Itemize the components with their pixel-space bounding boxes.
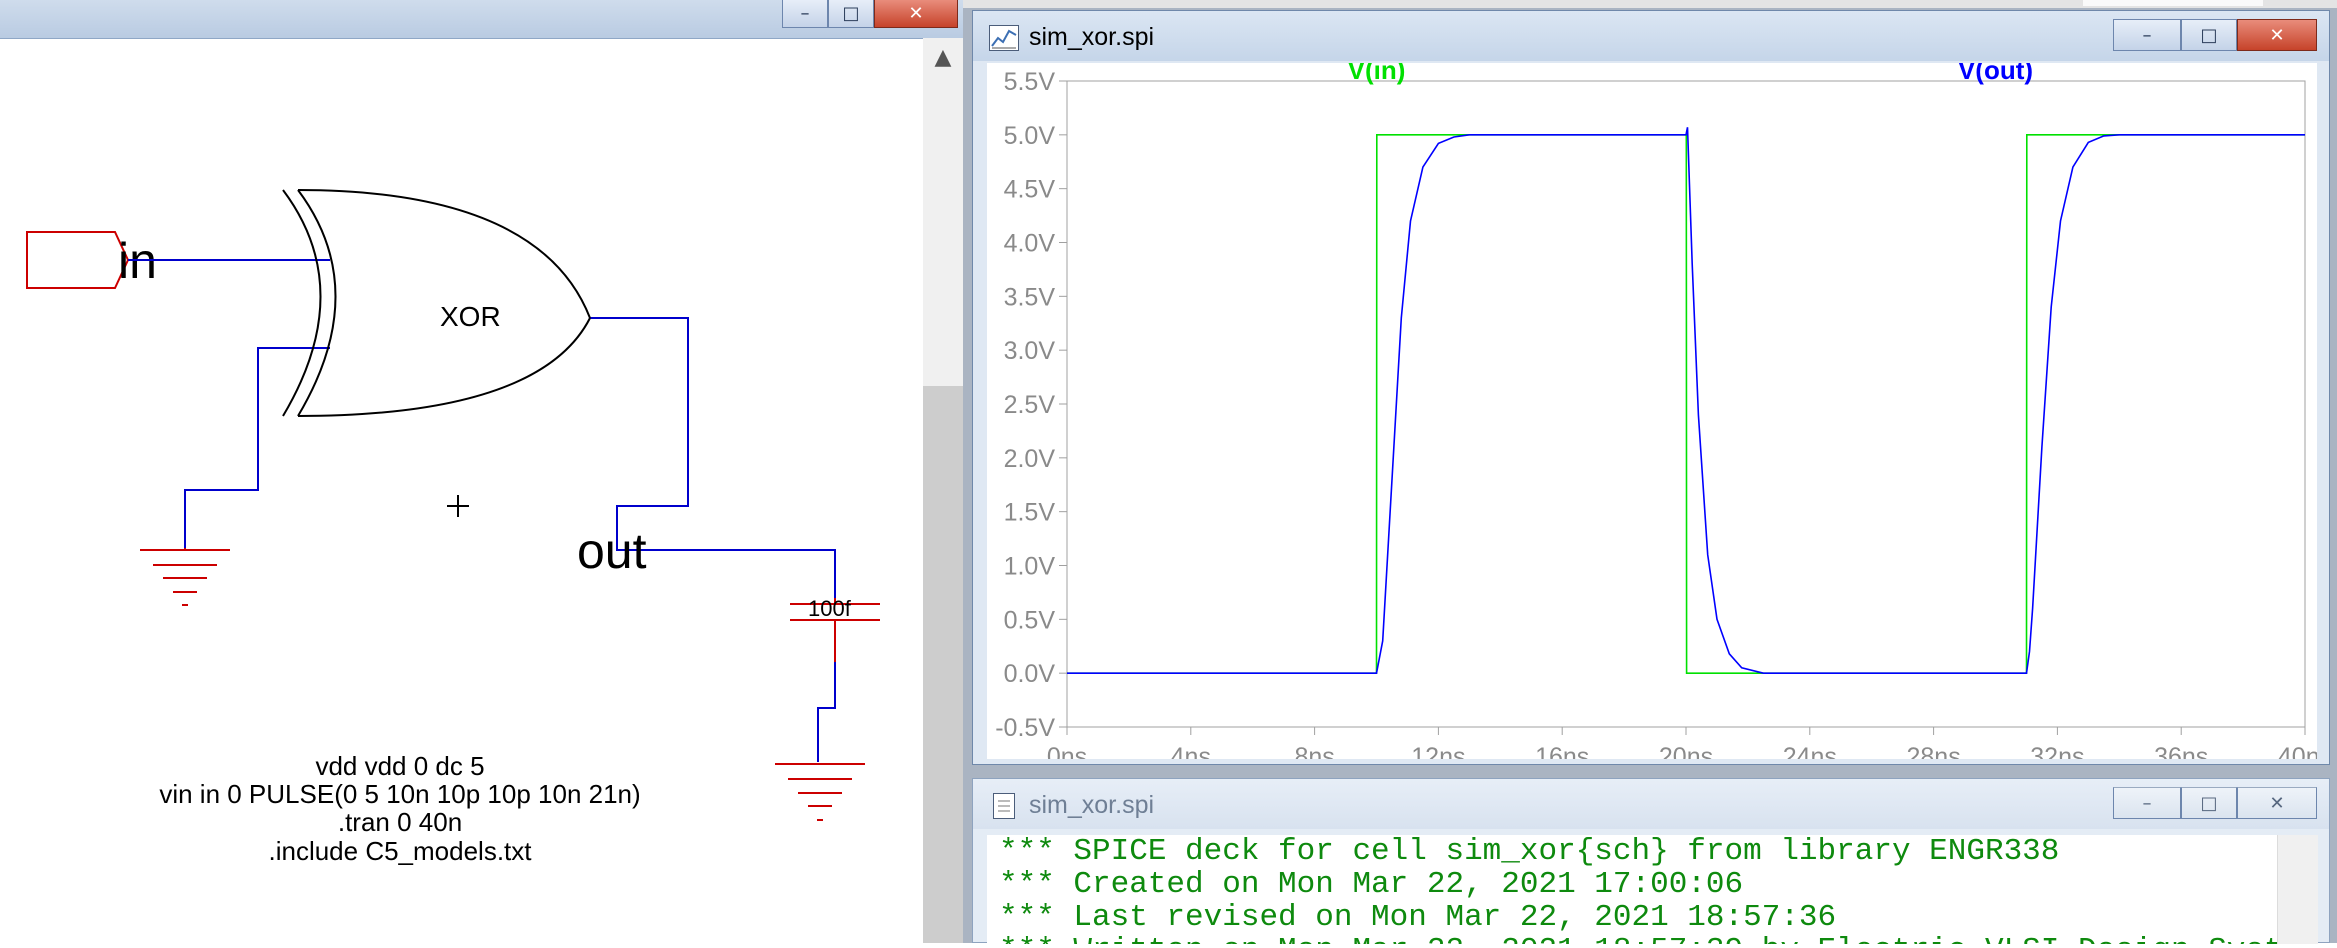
spice-line: vdd vdd 0 dc 5	[315, 751, 484, 781]
schematic-drawing: in XOR out 100f vdd vdd 0 dc 5 vin in 0 …	[26, 189, 880, 866]
series-line-vin[interactable]	[1067, 134, 2305, 675]
netlist-line: *** Created on Mon Mar 22, 2021 17:00:06	[999, 867, 1744, 902]
netlist-window-title: sim_xor.spi	[1029, 791, 1155, 819]
netlist-window: sim_xor.spi – □ ✕ *** SPICE deck for cel…	[972, 778, 2330, 944]
schematic-window: – □ ✕ in XOR out 100f vdd vdd 0 dc 5 vin…	[0, 0, 963, 943]
scroll-up-icon[interactable]: ▲	[923, 42, 963, 72]
minimize-icon: –	[2142, 24, 2152, 46]
waveform-close-button[interactable]: ✕	[2237, 19, 2317, 51]
spice-line: .include C5_models.txt	[268, 836, 532, 866]
schematic-vertical-scrollbar[interactable]: ▲	[923, 38, 963, 943]
spice-line: vin in 0 PULSE(0 5 10n 10p 10p 10n 21n)	[159, 779, 640, 809]
top-tab[interactable]	[2083, 0, 2263, 6]
close-icon: ✕	[908, 3, 924, 24]
close-icon: ✕	[2269, 792, 2285, 814]
y-tick-label: 5.5V	[1004, 68, 1056, 96]
schematic-maximize-button[interactable]: □	[828, 0, 874, 28]
spice-line: .tran 0 40n	[338, 807, 462, 837]
top-tab-strip	[963, 0, 2337, 8]
schematic-canvas[interactable]: in XOR out 100f vdd vdd 0 dc 5 vin in 0 …	[0, 38, 923, 943]
schematic-minimize-button[interactable]: –	[782, 0, 828, 28]
x-tick-label: 24ns	[1783, 743, 1837, 759]
scrollbar-thumb[interactable]	[923, 386, 963, 943]
waveform-maximize-button[interactable]: □	[2181, 19, 2237, 51]
maximize-icon: □	[2200, 792, 2218, 814]
legend-entry[interactable]: V(out)	[1958, 63, 2033, 85]
x-tick-label: 28ns	[1906, 743, 1960, 759]
minimize-icon: –	[800, 3, 810, 24]
waveform-plot-area[interactable]: -0.5V 0.0V 0.5V 1.0V 1.5V 2.0V 2.5V 3.0V 3.5V 4.0…	[987, 63, 2317, 759]
y-tick-label: -0.5V	[995, 714, 1055, 742]
x-tick-label: 40ns	[2278, 743, 2317, 759]
waveform-window-title: sim_xor.spi	[1029, 23, 1155, 51]
y-tick-label: 4.0V	[1004, 230, 1056, 258]
cursor-crosshair	[447, 495, 469, 517]
maximize-icon: □	[842, 3, 860, 24]
text-document-icon	[993, 793, 1015, 819]
netlist-close-button[interactable]: ✕	[2237, 787, 2317, 819]
spice-text-block[interactable]: vdd vdd 0 dc 5 vin in 0 PULSE(0 5 10n 10…	[159, 751, 640, 866]
y-tick-label: 3.5V	[1004, 283, 1056, 311]
waveform-chart-icon	[989, 25, 1019, 51]
waveform-minimize-button[interactable]: –	[2113, 19, 2181, 51]
minimize-icon: –	[2142, 792, 2152, 814]
input-port-symbol[interactable]	[26, 231, 130, 289]
x-tick-label: 32ns	[2030, 743, 2084, 759]
ground-symbol-2[interactable]	[775, 763, 865, 821]
netlist-line: *** SPICE deck for cell sim_xor{sch} fro…	[999, 835, 2060, 869]
close-icon: ✕	[2269, 24, 2285, 46]
y-tick-label: 4.5V	[1004, 176, 1056, 204]
x-tick-label: 12ns	[1411, 743, 1465, 759]
waveform-window: sim_xor.spi – □ ✕ -0.5V 0.0V 0.5V 1.0V 1.5V 2…	[972, 10, 2330, 765]
y-tick-label: 3.0V	[1004, 337, 1056, 365]
y-tick-label: 1.5V	[1004, 499, 1056, 527]
x-tick-label: 36ns	[2154, 743, 2208, 759]
x-tick-label: 20ns	[1659, 743, 1713, 759]
ground-symbol-1[interactable]	[140, 548, 230, 606]
output-net-label: out	[577, 523, 647, 579]
netlist-line: *** Last revised on Mon Mar 22, 2021 18:…	[999, 900, 1837, 935]
y-tick-label: 2.0V	[1004, 445, 1056, 473]
x-tick-label: 8ns	[1294, 743, 1334, 759]
y-tick-label: 5.0V	[1004, 122, 1056, 150]
schematic-close-button[interactable]: ✕	[874, 0, 958, 28]
wires	[128, 259, 836, 762]
y-tick-label: 0.5V	[1004, 606, 1056, 634]
y-tick-label: 2.5V	[1004, 391, 1056, 419]
legend-entry[interactable]: V(in)	[1348, 63, 1406, 85]
y-tick-label: 0.0V	[1004, 660, 1056, 688]
x-tick-label: 16ns	[1535, 743, 1589, 759]
netlist-maximize-button[interactable]: □	[2181, 787, 2237, 819]
x-tick-label: 4ns	[1171, 743, 1211, 759]
maximize-icon: □	[2200, 24, 2218, 46]
waveform-chart: -0.5V 0.0V 0.5V 1.0V 1.5V 2.0V 2.5V 3.0V 3.5V 4.0…	[995, 63, 2317, 759]
netlist-minimize-button[interactable]: –	[2113, 787, 2181, 819]
capacitor-label: 100f	[808, 596, 852, 621]
waveform-titlebar[interactable]: sim_xor.spi – □ ✕	[973, 11, 2329, 61]
netlist-vertical-scrollbar[interactable]	[2277, 835, 2318, 944]
netlist-text-area[interactable]: *** SPICE deck for cell sim_xor{sch} fro…	[987, 835, 2277, 944]
xor-gate-label: XOR	[440, 301, 501, 332]
x-tick-label: 0ns	[1047, 743, 1087, 759]
y-tick-label: 1.0V	[1004, 553, 1056, 581]
schematic-titlebar: – □ ✕	[0, 0, 963, 39]
netlist-titlebar[interactable]: sim_xor.spi – □ ✕	[973, 779, 2329, 829]
xor-gate[interactable]	[282, 189, 591, 417]
